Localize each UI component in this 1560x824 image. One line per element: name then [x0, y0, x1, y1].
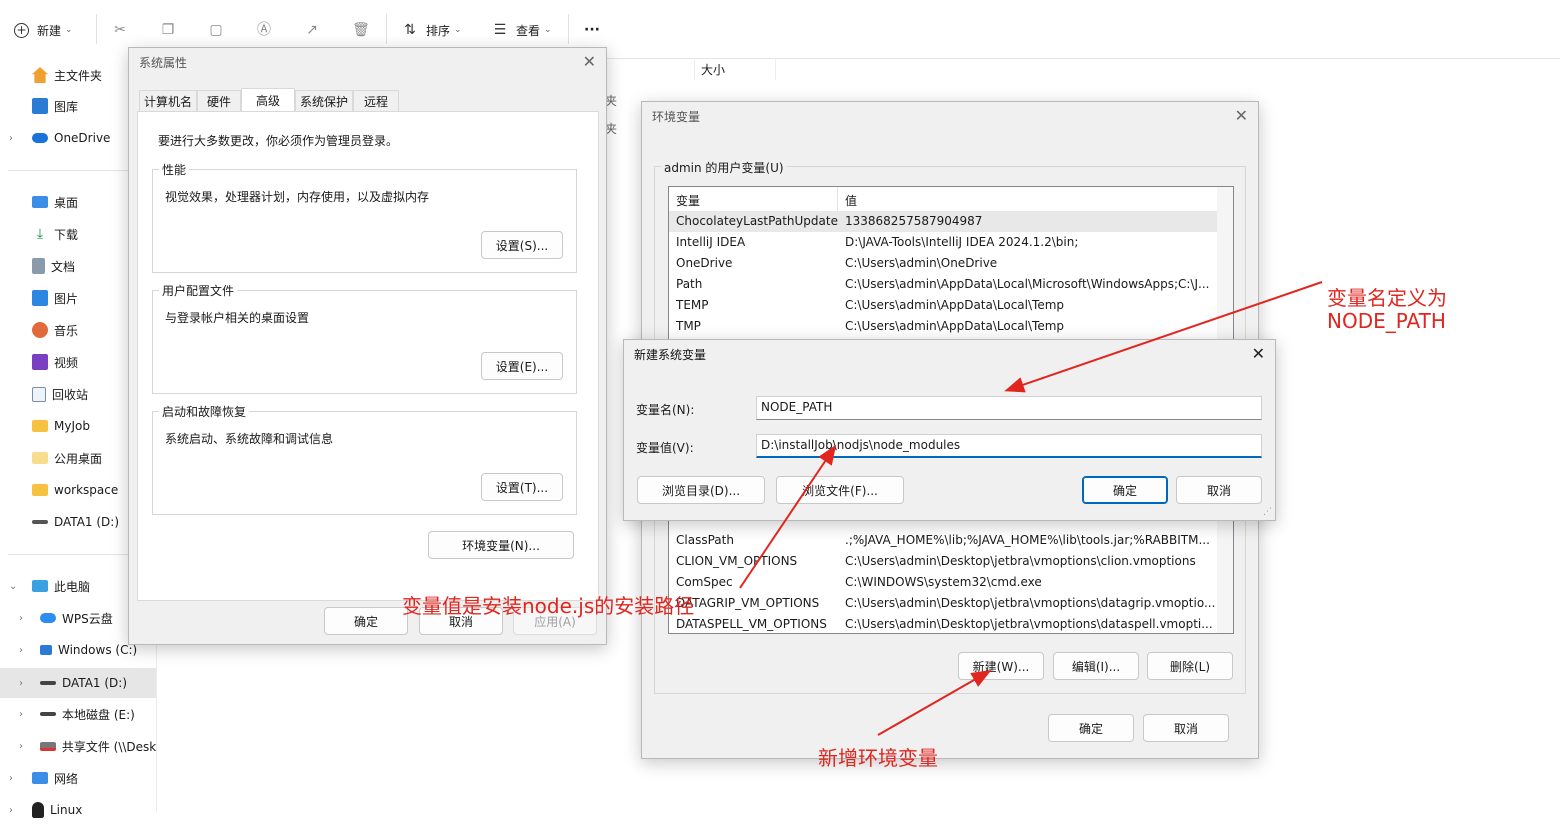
arrow-to-value-field	[739, 444, 837, 589]
annotation-arrows	[739, 281, 1323, 736]
annotation-value: 变量值是安装node.js的安装路径	[402, 594, 695, 618]
annotation-name-line1: 变量名定义为	[1327, 286, 1447, 310]
annotation-name-line2: NODE_PATH	[1327, 309, 1446, 333]
annotation-new: 新增环境变量	[818, 746, 938, 770]
arrow-to-new-button	[877, 670, 992, 736]
arrow-to-name-field	[1004, 281, 1323, 393]
